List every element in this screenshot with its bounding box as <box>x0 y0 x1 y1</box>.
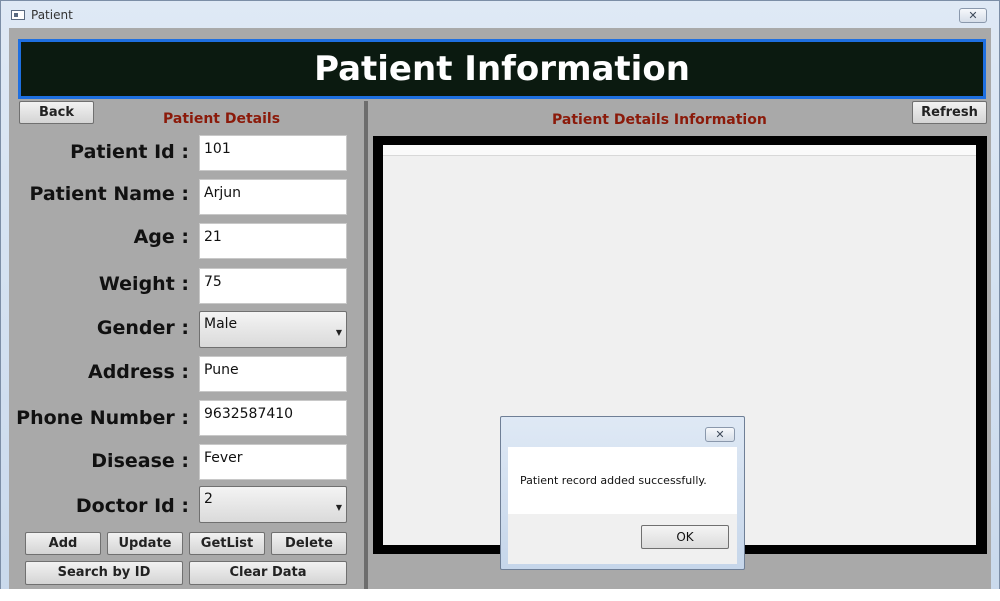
gender-label: Gender : <box>96 317 189 339</box>
patient-name-label: Patient Name : <box>29 183 189 205</box>
doctor-id-select-value: 2 <box>204 491 213 507</box>
weight-field[interactable]: 75 <box>199 268 347 304</box>
weight-label: Weight : <box>98 273 189 295</box>
disease-field[interactable]: Fever <box>199 444 347 480</box>
title-bar[interactable]: Patient ✕ <box>1 1 999 29</box>
header-banner: Patient Information <box>18 39 986 99</box>
phone-number-label: Phone Number : <box>16 407 189 429</box>
patient-name-field[interactable]: Arjun <box>199 179 347 215</box>
getlist-button[interactable]: GetList <box>189 532 265 555</box>
search-by-id-button[interactable]: Search by ID <box>25 561 183 585</box>
dialog-close-button[interactable]: ✕ <box>705 427 735 442</box>
add-button[interactable]: Add <box>25 532 101 555</box>
back-button[interactable]: Back <box>19 101 94 124</box>
message-dialog: ✕ Patient record added successfully. OK <box>500 416 745 570</box>
age-label: Age : <box>133 226 189 248</box>
patient-id-field[interactable]: 101 <box>199 135 347 171</box>
doctor-id-label: Doctor Id : <box>75 495 189 517</box>
gender-select-value: Male <box>204 316 238 332</box>
patient-details-information-title: Patient Details Information <box>552 112 767 128</box>
phone-number-field[interactable]: 9632587410 <box>199 400 347 436</box>
bottom-strip <box>0 589 1000 601</box>
doctor-id-select[interactable]: 2 ▼ <box>199 486 347 523</box>
panel-divider <box>364 101 368 589</box>
patient-details-title: Patient Details <box>163 111 281 127</box>
gender-select[interactable]: Male ▼ <box>199 311 347 348</box>
dialog-body: Patient record added successfully. <box>508 447 737 514</box>
dialog-footer: OK <box>508 514 737 564</box>
address-label: Address : <box>88 361 189 383</box>
chevron-down-icon: ▼ <box>335 328 342 337</box>
window-icon <box>11 10 25 20</box>
page-title: Patient Information <box>314 49 690 89</box>
chevron-down-icon: ▼ <box>335 503 342 512</box>
data-grid-header <box>383 145 976 156</box>
delete-button[interactable]: Delete <box>271 532 347 555</box>
dialog-message: Patient record added successfully. <box>520 474 707 487</box>
refresh-button[interactable]: Refresh <box>912 101 987 124</box>
disease-label: Disease : <box>91 450 189 472</box>
window-close-button[interactable]: ✕ <box>959 8 987 23</box>
update-button[interactable]: Update <box>107 532 183 555</box>
clear-data-button[interactable]: Clear Data <box>189 561 347 585</box>
address-field[interactable]: Pune <box>199 356 347 392</box>
window-title: Patient <box>31 8 73 22</box>
ok-button[interactable]: OK <box>641 525 729 549</box>
patient-id-label: Patient Id : <box>70 141 189 163</box>
age-field[interactable]: 21 <box>199 223 347 259</box>
